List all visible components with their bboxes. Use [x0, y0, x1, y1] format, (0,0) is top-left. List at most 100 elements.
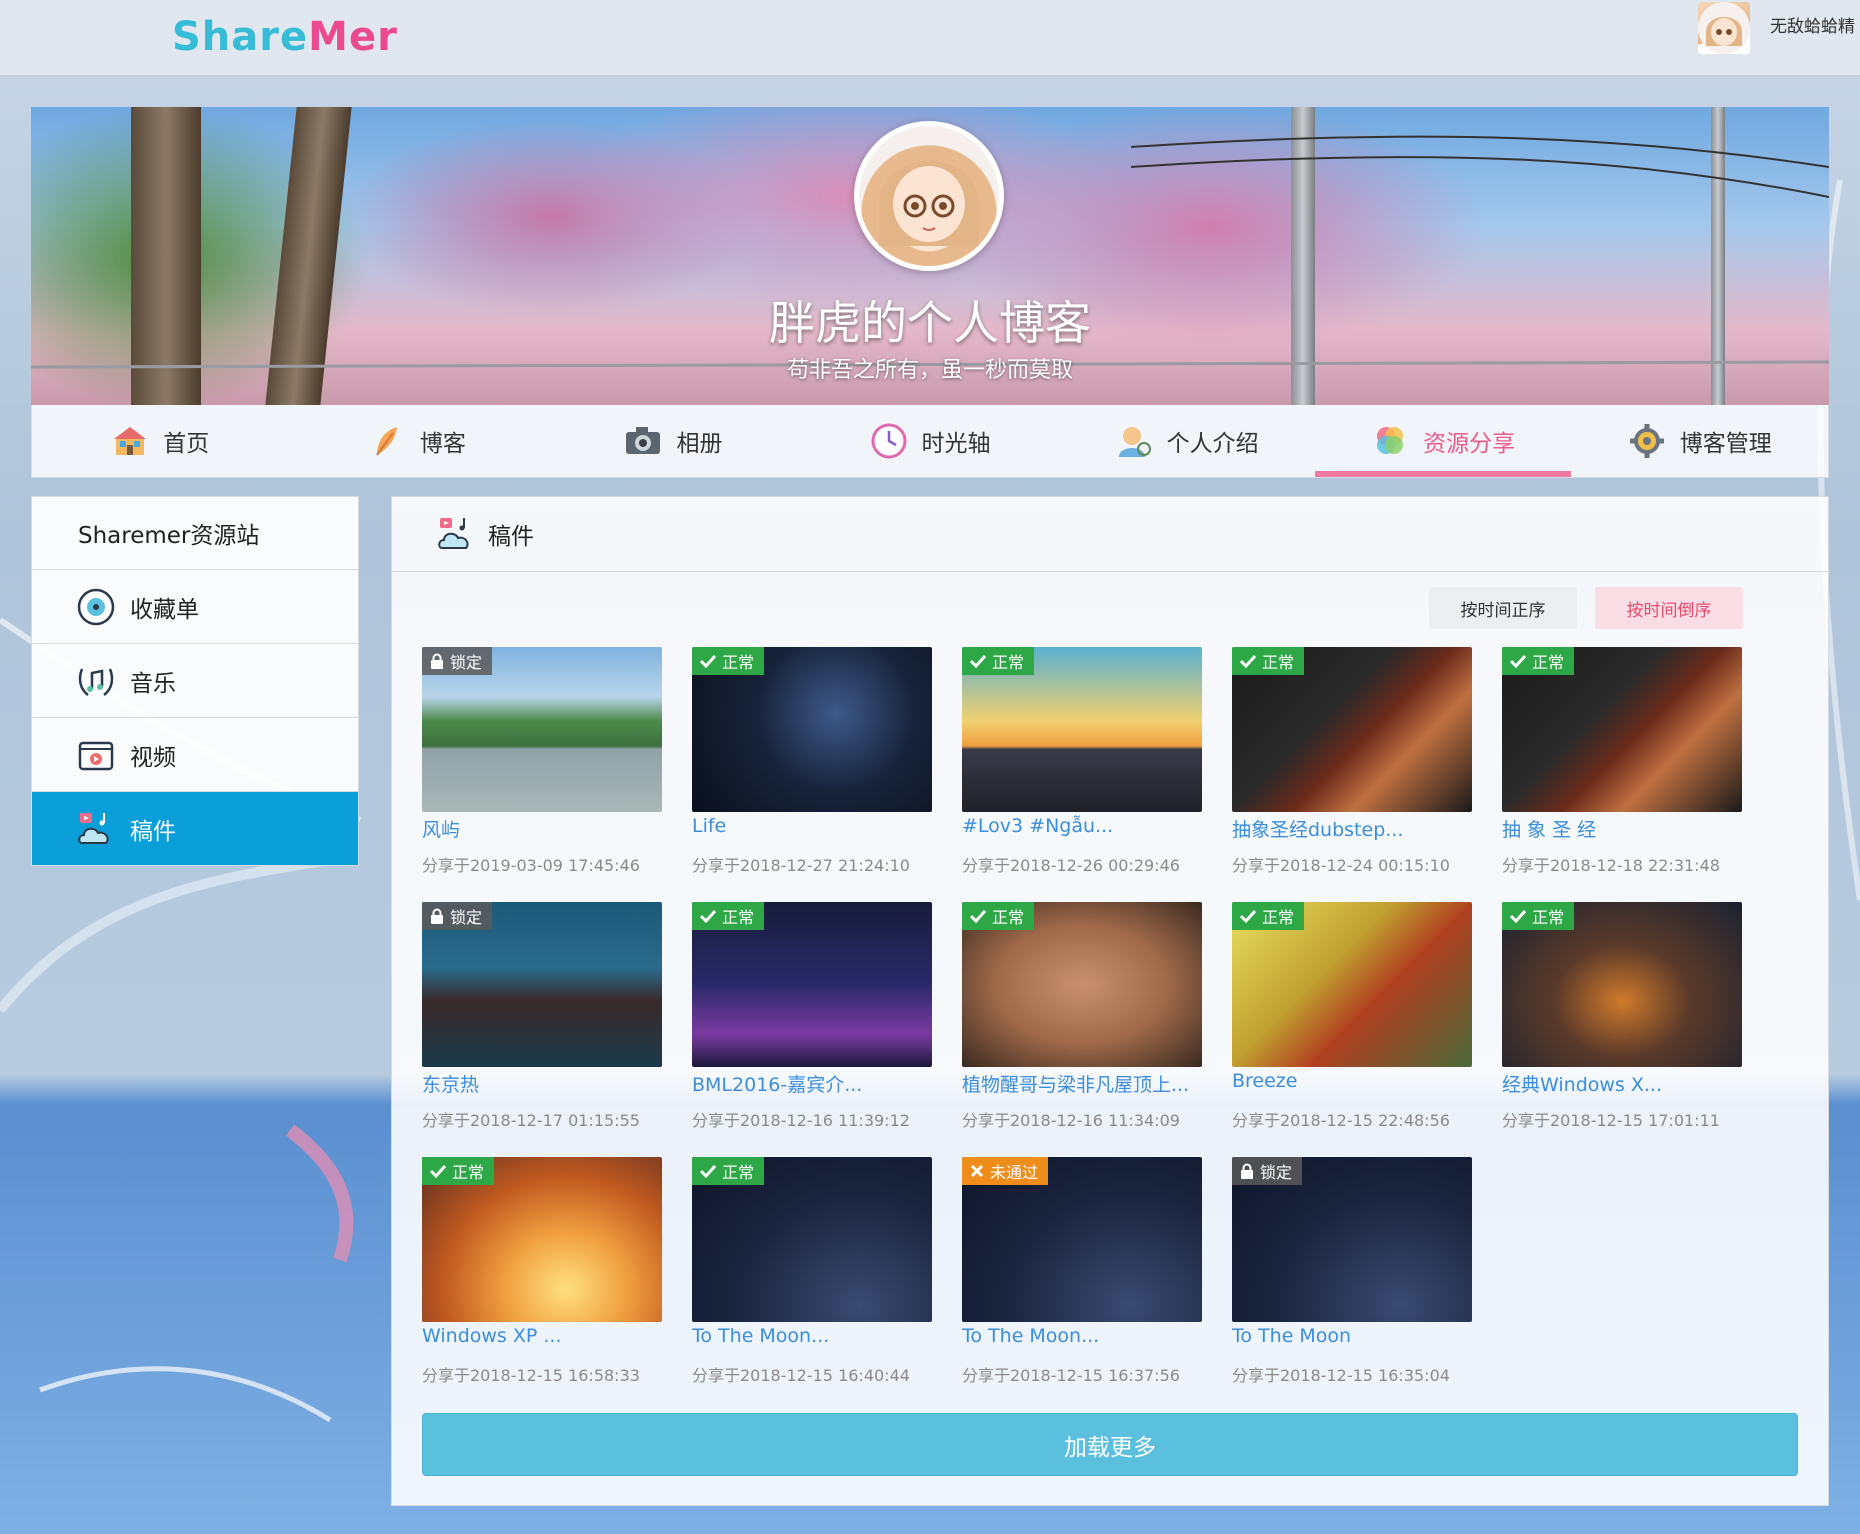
share-time: 分享于2018-12-15 17:01:11 — [1502, 1111, 1720, 1130]
manuscript-title[interactable]: To The Moon... — [692, 1325, 932, 1347]
manuscript-title[interactable]: 植物醒哥与梁非凡屋顶上... — [962, 1070, 1202, 1097]
nav-label: 博客管理 — [1679, 431, 1772, 457]
sort-ascending-button[interactable]: 按时间正序 — [1429, 587, 1577, 629]
manuscript-title[interactable]: 抽象圣经dubstep... — [1232, 815, 1472, 842]
manuscript-card[interactable]: 锁定风屿分享于2019-03-09 17:45:46 — [422, 647, 662, 877]
status-label: 锁定 — [450, 908, 483, 927]
manuscript-title[interactable]: #Lov3 #Ngẫu... — [962, 815, 1202, 837]
manuscript-card[interactable]: 正常 植物醒哥与梁非凡屋顶上... 分享于2018-12-16 11:34:09 — [962, 902, 1202, 1132]
share-time: 分享于2018-12-15 16:35:04 — [1232, 1366, 1450, 1385]
check-icon — [700, 909, 716, 923]
manuscript-card[interactable]: 正常 To The Moon... 分享于2018-12-15 16:40:44 — [692, 1157, 932, 1387]
manuscript-thumbnail[interactable]: 锁定 — [422, 647, 662, 812]
status-label: 未通过 — [990, 1163, 1039, 1182]
manuscript-thumbnail[interactable]: 锁定 — [422, 902, 662, 1067]
manuscript-thumbnail[interactable]: 正常 — [962, 902, 1202, 1067]
manuscript-thumbnail[interactable]: 正常 — [1232, 902, 1472, 1067]
share-time: 分享于2019-03-09 17:45:46 — [422, 856, 640, 875]
manuscript-card[interactable]: 正常 #Lov3 #Ngẫu... 分享于2018-12-26 00:29:46 — [962, 647, 1202, 877]
manuscript-card[interactable]: 锁定东京热分享于2018-12-17 01:15:55 — [422, 902, 662, 1132]
load-more-button[interactable]: 加载更多 — [422, 1413, 1798, 1476]
manuscript-title[interactable]: Life — [692, 815, 932, 837]
manuscript-thumbnail[interactable]: 正常 — [962, 647, 1202, 812]
manuscript-title[interactable]: Breeze — [1232, 1070, 1472, 1092]
sidebar-item-label: 稿件 — [130, 818, 176, 845]
share-time: 分享于2018-12-26 00:29:46 — [962, 856, 1180, 875]
manuscript-card[interactable]: 正常 Windows XP ... 分享于2018-12-15 16:58:33 — [422, 1157, 662, 1387]
nav-admin[interactable]: 博客管理 — [1571, 405, 1828, 477]
sidebar-item-video[interactable]: 视频 — [32, 718, 358, 792]
status-label: 正常 — [1262, 653, 1295, 672]
check-icon — [1510, 654, 1526, 668]
manuscript-thumbnail[interactable]: 正常 — [692, 1157, 932, 1322]
manuscript-thumbnail[interactable]: 正常 — [1232, 647, 1472, 812]
status-badge: 正常 — [1502, 902, 1575, 930]
status-label: 锁定 — [1260, 1163, 1293, 1182]
share-time: 分享于2018-12-18 22:31:48 — [1502, 856, 1720, 875]
manuscript-title[interactable]: BML2016-嘉宾介... — [692, 1070, 932, 1097]
manuscript-card[interactable]: 锁定 To The Moon 分享于2018-12-15 16:35:04 — [1232, 1157, 1472, 1387]
manuscript-title[interactable]: 风屿 — [422, 815, 662, 842]
status-badge: 正常 — [1232, 902, 1305, 930]
nav-label: 博客 — [419, 431, 466, 457]
sidebar-item-music[interactable]: 音乐 — [32, 644, 358, 718]
panel-title: 稿件 — [488, 524, 534, 550]
site-logo[interactable]: ShareMer — [172, 14, 398, 60]
nav-label: 时光轴 — [921, 431, 991, 457]
sidebar-item-collections[interactable]: 收藏单 — [32, 570, 358, 644]
manuscript-card[interactable]: 正常 Life 分享于2018-12-27 21:24:10 — [692, 647, 932, 877]
manuscript-title[interactable]: 抽 象 圣 经 — [1502, 815, 1742, 842]
disc-icon — [76, 587, 116, 627]
manuscript-title[interactable]: 经典Windows X... — [1502, 1070, 1742, 1097]
nav-blog[interactable]: 博客 — [289, 405, 546, 477]
owner-avatar-image — [879, 161, 979, 246]
share-time: 分享于2018-12-17 01:15:55 — [422, 1111, 640, 1130]
manuscript-thumbnail[interactable]: 正常 — [692, 647, 932, 812]
panel-header: 稿件 — [392, 497, 1828, 572]
status-badge: 锁定 — [1232, 1157, 1303, 1185]
manuscript-thumbnail[interactable]: 正常 — [422, 1157, 662, 1322]
manuscript-card[interactable]: 正常 BML2016-嘉宾介... 分享于2018-12-16 11:39:12 — [692, 902, 932, 1132]
share-time: 分享于2018-12-15 16:40:44 — [692, 1366, 910, 1385]
logo-text-share: Share — [172, 14, 309, 60]
nav-album[interactable]: 相册 — [545, 405, 802, 477]
manuscript-card[interactable]: 正常抽 象 圣 经分享于2018-12-18 22:31:48 — [1502, 647, 1742, 877]
sidebar-item-label: 视频 — [130, 744, 176, 771]
logo-text-mer: Mer — [308, 14, 398, 60]
blog-owner-avatar[interactable] — [854, 121, 1004, 271]
nav-home[interactable]: 首页 — [32, 405, 289, 477]
manuscript-thumbnail[interactable]: 未通过 — [962, 1157, 1202, 1322]
manuscript-title[interactable]: Windows XP ... — [422, 1325, 662, 1347]
sidebar-item-manuscripts[interactable]: 稿件 — [32, 792, 358, 866]
avatar[interactable] — [1698, 2, 1750, 54]
nav-about[interactable]: 个人介绍 — [1058, 405, 1315, 477]
status-label: 锁定 — [450, 653, 483, 672]
manuscript-thumbnail[interactable]: 正常 — [1502, 647, 1742, 812]
manuscript-card[interactable]: 未通过 To The Moon... 分享于2018-12-15 16:37:56 — [962, 1157, 1202, 1387]
user-name[interactable]: 无敌蛤蛤精 — [1770, 12, 1855, 37]
share-time: 分享于2018-12-15 16:58:33 — [422, 1366, 640, 1385]
manuscript-thumbnail[interactable]: 正常 — [1502, 902, 1742, 1067]
nav-timeline[interactable]: 时光轴 — [802, 405, 1059, 477]
check-icon — [700, 654, 716, 668]
blog-banner: 胖虎的个人博客 苟非吾之所有，虽一秒而莫取 — [31, 107, 1829, 405]
share-time: 分享于2018-12-16 11:39:12 — [692, 1111, 910, 1130]
status-badge: 锁定 — [422, 647, 493, 675]
status-label: 正常 — [452, 1163, 485, 1182]
sort-descending-button[interactable]: 按时间倒序 — [1595, 587, 1743, 629]
manuscript-card[interactable]: 正常经典Windows X... 分享于2018-12-15 17:01:11 — [1502, 902, 1742, 1132]
nav-resources[interactable]: 资源分享 — [1314, 405, 1572, 477]
manuscript-title[interactable]: To The Moon — [1232, 1325, 1472, 1347]
manuscript-thumbnail[interactable]: 正常 — [692, 902, 932, 1067]
check-icon — [430, 1164, 446, 1178]
manuscript-title[interactable]: 东京热 — [422, 1070, 662, 1097]
blog-title: 胖虎的个人博客 — [769, 296, 1091, 350]
lock-icon — [1241, 1163, 1253, 1179]
manuscript-thumbnail[interactable]: 锁定 — [1232, 1157, 1472, 1322]
manuscript-card[interactable]: 正常 Breeze 分享于2018-12-15 22:48:56 — [1232, 902, 1472, 1132]
status-badge: 正常 — [422, 1157, 495, 1185]
main-nav: 首页 博客 相册 时光轴 个人介绍 资源分享 博客管理 — [31, 405, 1829, 478]
manuscript-card[interactable]: 正常 抽象圣经dubstep... 分享于2018-12-24 00:15:10 — [1232, 647, 1472, 877]
manuscript-title[interactable]: To The Moon... — [962, 1325, 1202, 1347]
share-time: 分享于2018-12-15 16:37:56 — [962, 1366, 1180, 1385]
